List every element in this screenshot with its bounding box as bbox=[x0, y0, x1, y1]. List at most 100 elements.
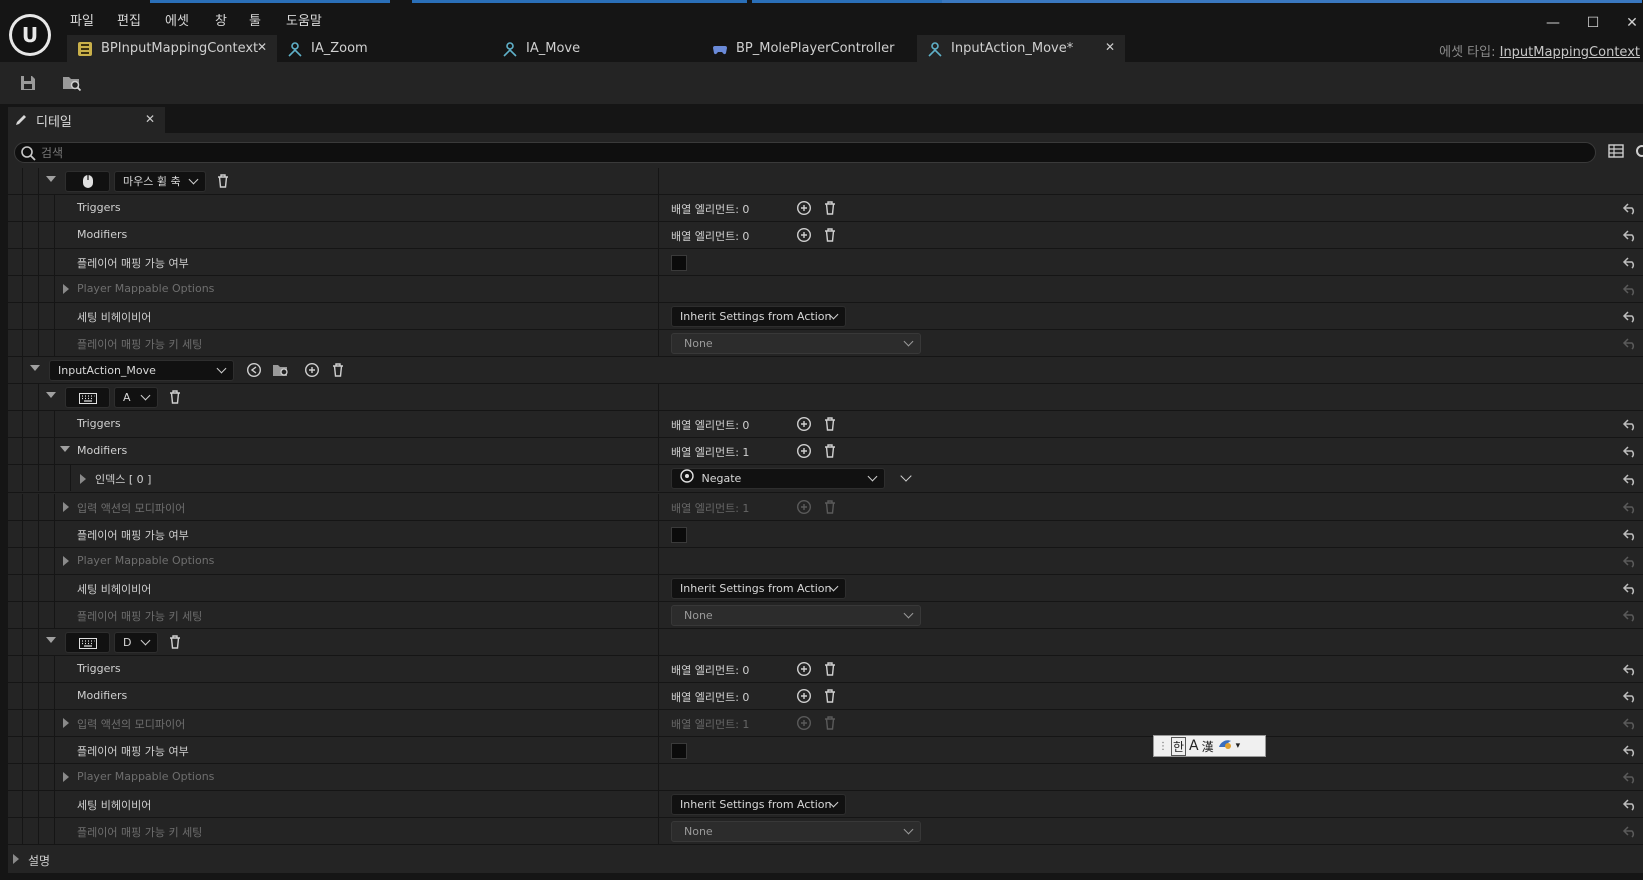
reset-icon[interactable] bbox=[1622, 742, 1638, 758]
add-element-icon[interactable] bbox=[796, 661, 812, 677]
maximize-icon[interactable]: ☐ bbox=[1582, 12, 1604, 34]
tab-bp-moleplayercontroller[interactable]: BP_MolePlayerController bbox=[702, 35, 912, 62]
collapse-icon[interactable] bbox=[60, 446, 70, 452]
browse-icon[interactable] bbox=[59, 70, 85, 96]
delete-icon[interactable] bbox=[822, 416, 838, 432]
add-element-icon[interactable] bbox=[796, 227, 812, 243]
key-settings-dropdown[interactable]: None bbox=[671, 333, 921, 354]
menu-asset[interactable]: 에셋 bbox=[165, 10, 189, 29]
tab-bpinputmappingcontext[interactable]: BPInputMappingContext ✕ bbox=[67, 35, 277, 62]
delete-icon[interactable] bbox=[167, 634, 183, 650]
reset-icon[interactable] bbox=[1622, 796, 1638, 812]
setting-behavior-dropdown[interactable]: Inherit Settings from Action bbox=[671, 794, 846, 815]
expand-icon[interactable] bbox=[80, 474, 86, 484]
expand-icon[interactable] bbox=[63, 556, 69, 566]
grip-icon[interactable]: ⋮ bbox=[1158, 741, 1168, 752]
delete-icon[interactable] bbox=[167, 389, 183, 405]
add-element-icon[interactable] bbox=[796, 443, 812, 459]
asset-type-link[interactable]: InputMappingContext bbox=[1500, 45, 1640, 60]
key-dropdown[interactable]: 마우스 휠 축 bbox=[114, 171, 206, 192]
add-element-icon[interactable] bbox=[796, 200, 812, 216]
reset-icon[interactable] bbox=[1622, 607, 1638, 623]
collapse-icon[interactable] bbox=[46, 392, 56, 398]
delete-icon[interactable] bbox=[822, 227, 838, 243]
reset-icon[interactable] bbox=[1622, 416, 1638, 432]
hanja-icon[interactable]: 漢 bbox=[1202, 738, 1214, 755]
expand-icon[interactable] bbox=[63, 502, 69, 512]
reset-icon[interactable] bbox=[1622, 553, 1638, 569]
collapse-icon[interactable] bbox=[30, 365, 40, 371]
key-dropdown[interactable]: A bbox=[114, 387, 158, 408]
add-element-icon[interactable] bbox=[796, 688, 812, 704]
delete-icon[interactable] bbox=[330, 362, 346, 378]
delete-icon[interactable] bbox=[822, 443, 838, 459]
chevron-down-icon[interactable]: ▾ bbox=[1236, 741, 1241, 751]
key-selector-button[interactable] bbox=[65, 387, 110, 408]
close-window-icon[interactable]: ✕ bbox=[1621, 12, 1643, 34]
browse-icon[interactable] bbox=[272, 362, 288, 378]
collapse-icon[interactable] bbox=[46, 637, 56, 643]
player-mappable-checkbox[interactable] bbox=[671, 743, 687, 759]
close-icon[interactable]: ✕ bbox=[257, 40, 267, 54]
minimize-icon[interactable]: — bbox=[1542, 12, 1564, 34]
reset-icon[interactable] bbox=[1622, 715, 1638, 731]
delete-icon[interactable] bbox=[215, 173, 231, 189]
tab-ia-zoom[interactable]: IA_Zoom bbox=[277, 35, 487, 62]
expand-icon[interactable] bbox=[63, 284, 69, 294]
key-dropdown[interactable]: D bbox=[114, 632, 158, 653]
delete-icon[interactable] bbox=[822, 200, 838, 216]
reset-icon[interactable] bbox=[1622, 688, 1638, 704]
reset-icon[interactable] bbox=[1622, 308, 1638, 324]
description-section[interactable]: 설명 bbox=[8, 847, 1643, 871]
menu-help[interactable]: 도움말 bbox=[286, 10, 322, 29]
settings-icon[interactable] bbox=[1634, 143, 1643, 162]
search-input[interactable] bbox=[41, 143, 1581, 162]
delete-icon[interactable] bbox=[822, 688, 838, 704]
reset-icon[interactable] bbox=[1622, 823, 1638, 839]
modifier-class-dropdown[interactable]: Negate bbox=[671, 468, 885, 489]
ime-mode-button[interactable]: 한 bbox=[1171, 736, 1187, 756]
unreal-logo[interactable]: U bbox=[9, 14, 51, 56]
reset-icon[interactable] bbox=[1622, 200, 1638, 216]
tab-inputaction-move[interactable]: InputAction_Move* ✕ bbox=[917, 35, 1125, 62]
use-selected-icon[interactable] bbox=[246, 362, 262, 378]
reset-icon[interactable] bbox=[1622, 661, 1638, 677]
reset-icon[interactable] bbox=[1622, 769, 1638, 785]
reset-icon[interactable] bbox=[1622, 580, 1638, 596]
add-element-icon[interactable] bbox=[304, 362, 320, 378]
reset-icon[interactable] bbox=[1622, 443, 1638, 459]
tab-ia-move[interactable]: IA_Move bbox=[492, 35, 702, 62]
close-icon[interactable]: ✕ bbox=[145, 112, 155, 126]
expand-icon[interactable] bbox=[13, 854, 19, 864]
font-icon[interactable]: A bbox=[1189, 738, 1199, 754]
ime-settings-icon[interactable] bbox=[1217, 737, 1233, 755]
add-element-icon[interactable] bbox=[796, 416, 812, 432]
expand-icon[interactable] bbox=[63, 718, 69, 728]
expand-icon[interactable] bbox=[63, 772, 69, 782]
key-selector-button[interactable] bbox=[65, 632, 110, 653]
reset-icon[interactable] bbox=[1622, 281, 1638, 297]
setting-behavior-dropdown[interactable]: Inherit Settings from Action bbox=[671, 306, 846, 327]
reset-icon[interactable] bbox=[1622, 227, 1638, 243]
menu-edit[interactable]: 편집 bbox=[117, 10, 141, 29]
setting-behavior-dropdown[interactable]: Inherit Settings from Action bbox=[671, 578, 846, 599]
collapse-icon[interactable] bbox=[46, 176, 56, 182]
reset-icon[interactable] bbox=[1622, 254, 1638, 270]
reset-icon[interactable] bbox=[1622, 526, 1638, 542]
menu-window[interactable]: 창 bbox=[215, 10, 227, 29]
player-mappable-checkbox[interactable] bbox=[671, 255, 687, 271]
key-selector-button[interactable] bbox=[65, 171, 110, 192]
key-settings-dropdown[interactable]: None bbox=[671, 821, 921, 842]
reset-icon[interactable] bbox=[1622, 471, 1638, 487]
key-settings-dropdown[interactable]: None bbox=[671, 605, 921, 626]
close-icon[interactable]: ✕ bbox=[1105, 40, 1115, 54]
action-dropdown[interactable]: InputAction_Move bbox=[49, 360, 234, 381]
save-icon[interactable] bbox=[15, 70, 41, 96]
menu-file[interactable]: 파일 bbox=[70, 10, 94, 29]
delete-icon[interactable] bbox=[822, 661, 838, 677]
details-panel-tab[interactable]: 디테일 ✕ bbox=[8, 107, 165, 133]
player-mappable-checkbox[interactable] bbox=[671, 527, 687, 543]
reset-icon[interactable] bbox=[1622, 335, 1638, 351]
chevron-down-icon[interactable] bbox=[900, 470, 912, 482]
table-view-icon[interactable] bbox=[1608, 143, 1624, 162]
